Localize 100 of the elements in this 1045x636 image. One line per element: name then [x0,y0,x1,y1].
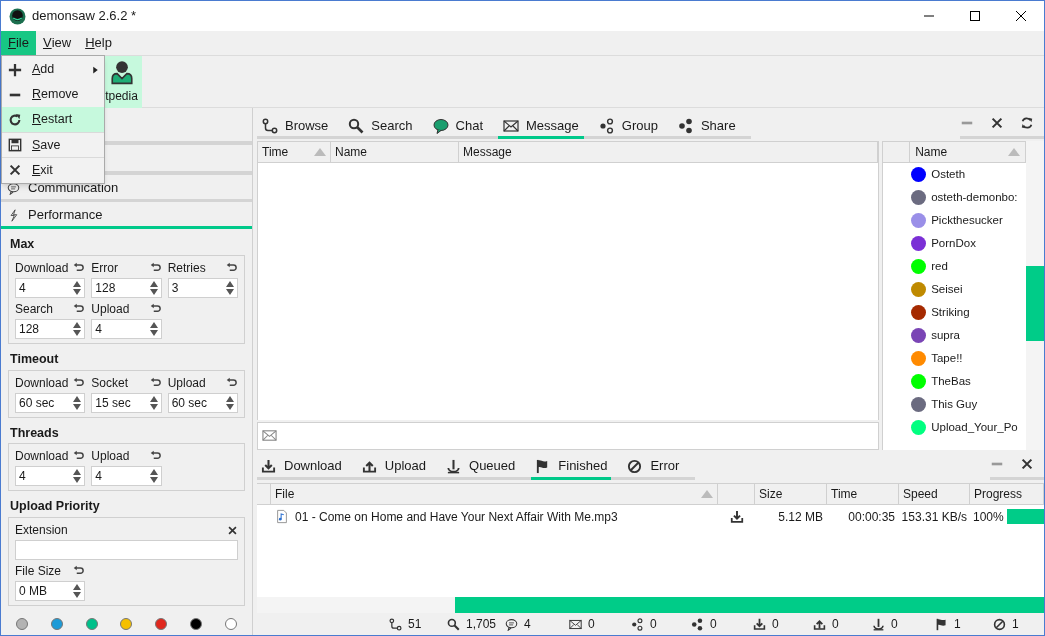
message-input[interactable] [257,421,880,450]
color-swatch[interactable] [85,618,98,630]
field-label: Download [15,448,69,466]
menu-item[interactable]: Remove [2,82,104,107]
group-title: Threads [9,424,60,442]
spin-box[interactable]: 15 sec [91,392,162,413]
user-name[interactable]: PornDox [931,234,976,253]
color-swatch[interactable] [155,618,168,630]
reset-icon[interactable] [149,376,162,389]
color-swatch[interactable] [224,618,237,630]
column-header[interactable]: Speed [899,483,970,504]
menu-item[interactable]: File [1,31,36,55]
user-name[interactable]: This Guy [931,395,978,414]
spin-arrows-icon[interactable] [148,279,159,296]
column-header[interactable]: Name [331,142,459,162]
download-icon[interactable] [729,509,744,524]
tab[interactable]: Finished [531,455,612,480]
spin-arrows-icon[interactable] [72,583,83,599]
dots-icon [598,117,615,134]
tab[interactable]: Search [343,115,418,139]
user-name[interactable]: Seisei [931,280,963,299]
spin-box[interactable]: 60 sec [167,392,238,413]
menu-item[interactable]: View [35,31,79,55]
user-name[interactable]: supra [931,326,960,345]
tab[interactable]: Download [257,455,346,480]
reset-icon[interactable] [73,376,86,389]
spin-box[interactable]: 0 MB [15,581,86,601]
user-name[interactable]: TheBas [931,372,971,391]
spin-arrows-icon[interactable] [72,279,83,296]
spin-arrows-icon[interactable] [225,394,235,411]
spin-box[interactable]: 60 sec [15,392,86,413]
column-header[interactable]: Time [827,483,899,504]
spin-arrows-icon[interactable] [72,468,83,485]
tab[interactable]: Upload [357,455,431,480]
field-label: Download [15,259,69,277]
color-swatch[interactable] [190,618,203,630]
reset-icon[interactable] [73,302,86,315]
sidebar-section[interactable]: Performance [1,202,252,229]
color-swatch[interactable] [16,618,28,630]
spin-box[interactable]: 4 [91,318,162,339]
field-label: Upload [91,448,130,466]
close-icon[interactable] [1020,456,1034,471]
menu-item[interactable]: Add [2,57,104,82]
reset-icon[interactable] [73,261,86,274]
status-count: 0 [772,616,779,634]
search-icon [447,617,460,631]
user-name[interactable]: Osteth [931,165,966,184]
spin-arrows-icon[interactable] [148,468,159,485]
reset-icon[interactable] [226,376,238,389]
reset-icon[interactable] [149,302,162,315]
spin-arrows-icon[interactable] [225,279,235,296]
color-swatch[interactable] [50,618,63,630]
spin-arrows-icon[interactable] [72,320,83,337]
spin-arrows-icon[interactable] [148,320,159,337]
spin-arrows-icon[interactable] [148,394,159,411]
spin-box[interactable]: 128 [15,318,86,339]
user-name[interactable]: osteth-demonbo: [931,188,1018,207]
sort-arrow-icon [314,148,326,156]
column-header[interactable]: Size [755,483,827,504]
spin-box[interactable]: 4 [91,466,162,487]
spin-arrows-icon[interactable] [72,394,83,411]
spin-box[interactable]: 3 [167,277,238,298]
menu-item[interactable]: Exit [2,157,104,182]
menu-item[interactable]: Help [78,31,119,55]
spin-box[interactable]: 128 [91,277,162,298]
reset-icon[interactable] [149,261,162,274]
user-name[interactable]: Pickthesucker [931,211,1003,230]
menu-item[interactable]: Save [2,132,104,157]
progress-bar [1006,509,1044,525]
user-name[interactable]: red [931,257,948,276]
spin-box[interactable]: 4 [15,466,86,487]
reset-icon[interactable] [226,261,238,274]
tab[interactable]: Queued [442,455,520,480]
scrollbar[interactable] [1026,141,1044,450]
tab[interactable]: Chat [427,115,489,139]
input-field[interactable] [15,540,238,560]
table-cell-text: 5.12 MB [777,508,824,526]
menu-item[interactable]: Restart [2,107,104,132]
column-header[interactable]: Progress [970,483,1044,504]
tab[interactable]: Group [593,115,663,139]
color-swatch[interactable] [120,618,133,630]
refresh-icon[interactable] [1020,116,1034,130]
upload-icon [361,458,377,474]
column-header[interactable]: Message [459,142,879,162]
clear-icon[interactable] [227,524,238,536]
tab[interactable]: Share [672,115,741,139]
user-name[interactable]: Upload_Your_Po [931,418,1018,437]
column-header[interactable]: File [271,483,718,504]
tab[interactable]: Browse [257,115,334,139]
status-count: 0 [710,616,717,634]
scrollbar[interactable] [257,597,1044,614]
spin-box[interactable]: 4 [15,277,86,298]
close-icon[interactable] [990,116,1004,130]
speech-bubble-icon [432,117,449,134]
user-name[interactable]: Striking [931,303,970,322]
column-header[interactable]: Time [258,142,331,162]
user-name[interactable]: Tape!! [931,349,963,368]
reset-icon[interactable] [73,565,86,577]
status-count: 1,705 [466,616,497,634]
tab[interactable]: Error [623,455,684,480]
